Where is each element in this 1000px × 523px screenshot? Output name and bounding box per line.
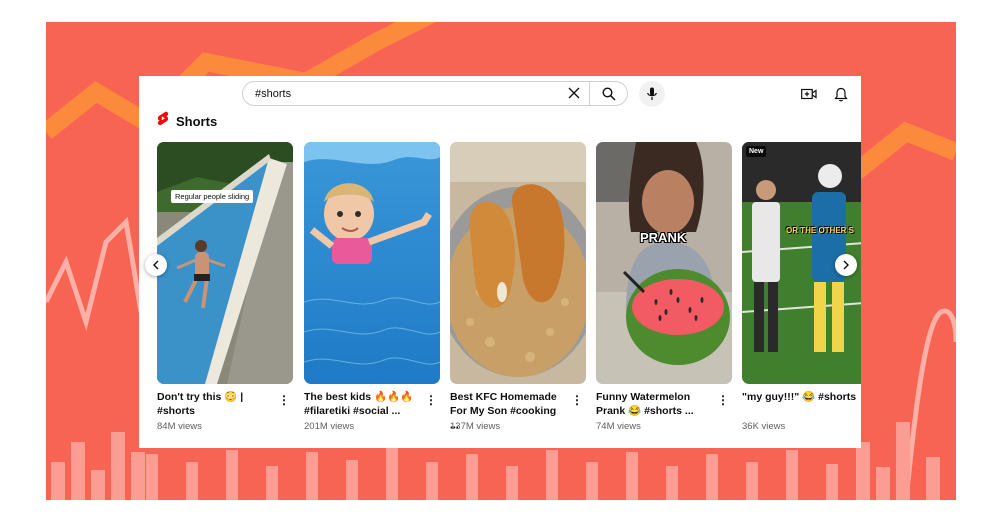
mic-icon[interactable] (639, 81, 665, 107)
short-thumbnail[interactable]: Regular people sliding (157, 142, 293, 384)
more-vert-icon[interactable]: ⋮ (278, 392, 290, 408)
new-badge: New (746, 146, 767, 157)
short-title[interactable]: The best kids 🔥🔥🔥 #filaretiki #social ..… (304, 390, 420, 418)
short-thumbnail[interactable]: PRANK (596, 142, 732, 384)
short-views: 201M views (304, 421, 355, 432)
more-vert-icon[interactable]: ⋮ (571, 392, 583, 408)
more-vert-icon[interactable]: ⋮ (425, 392, 437, 408)
search-bar (242, 81, 628, 106)
short-views: 36K views (742, 421, 786, 432)
search-icon[interactable] (599, 84, 619, 104)
create-video-icon[interactable] (799, 84, 819, 104)
shorts-section-header: Shorts (157, 111, 218, 131)
short-card[interactable]: New OR THE OTHER S "my guy!!!" 😂 #shorts… (742, 142, 861, 442)
short-title[interactable]: "my guy!!!" 😂 #shorts (742, 390, 858, 404)
search-divider (589, 82, 590, 105)
youtube-panel: Shorts Regular people sliding Don't try … (139, 76, 861, 448)
short-views: 137M views (450, 421, 501, 432)
short-card[interactable]: PRANK Funny Watermelon Prank 😂 #shorts .… (596, 142, 732, 442)
short-card[interactable]: The best kids 🔥🔥🔥 #filaretiki #social ..… (304, 142, 440, 442)
short-card[interactable]: Best KFC Homemade For My Son #cooking ..… (450, 142, 586, 442)
short-title[interactable]: Don't try this 😳 | #shorts (157, 390, 273, 418)
short-thumbnail[interactable] (450, 142, 586, 384)
chevron-left-icon[interactable] (145, 254, 167, 276)
short-views: 74M views (596, 421, 641, 432)
shorts-section-title: Shorts (176, 113, 218, 129)
more-vert-icon[interactable]: ⋮ (717, 392, 729, 408)
close-icon[interactable] (566, 85, 582, 101)
short-title[interactable]: Funny Watermelon Prank 😂 #shorts ... (596, 390, 712, 418)
chevron-right-icon[interactable] (835, 254, 857, 276)
short-views: 84M views (157, 421, 202, 432)
bell-icon[interactable] (831, 84, 851, 104)
short-card[interactable]: Regular people sliding Don't try this 😳 … (157, 142, 293, 442)
thumbnail-caption: Regular people sliding (171, 190, 254, 203)
shorts-logo-icon (157, 111, 169, 131)
thumbnail-caption: OR THE OTHER S (786, 226, 855, 235)
short-thumbnail[interactable] (304, 142, 440, 384)
thumbnail-caption: PRANK (640, 230, 687, 245)
search-input[interactable] (255, 82, 555, 105)
